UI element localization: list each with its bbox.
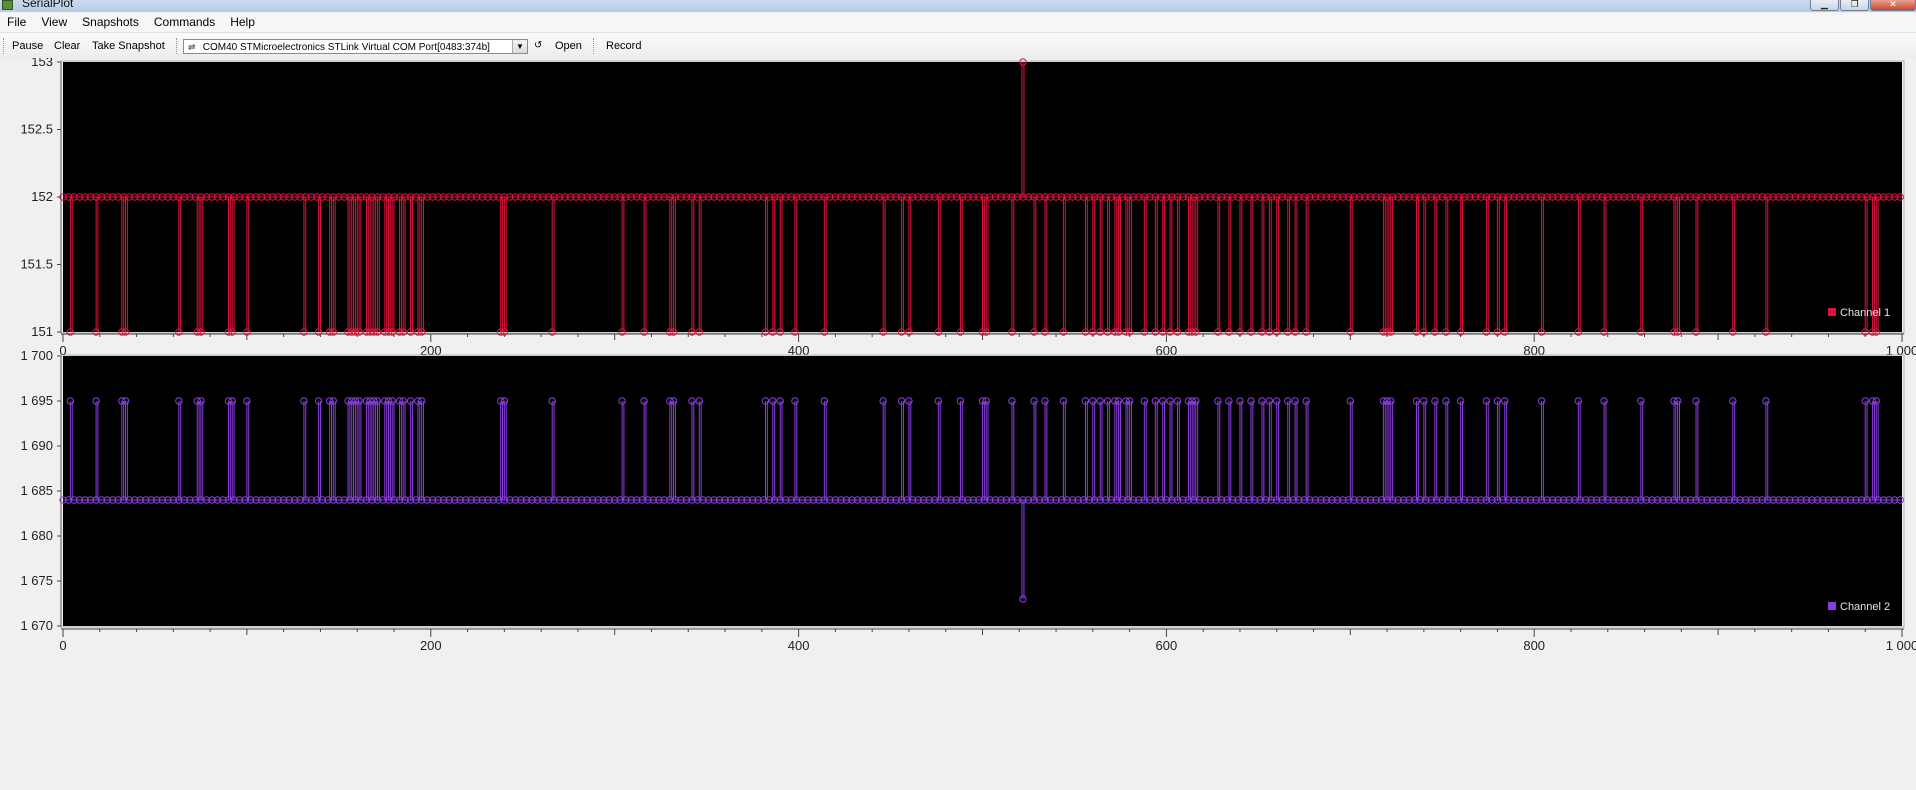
x-tick-label: 200 — [420, 638, 442, 653]
menu-help[interactable]: Help — [223, 13, 263, 32]
x-tick-label: 200 — [420, 343, 442, 358]
window-title: SerialPlot — [22, 0, 74, 10]
title-bar: SerialPlot ▁ ❐ ✕ — [0, 0, 1916, 12]
toolbar-grip[interactable] — [593, 38, 596, 54]
port-select[interactable]: ⇌ COM40 STMicroelectronics STLink Virtua… — [183, 39, 528, 54]
menu-view[interactable]: View — [34, 13, 75, 32]
refresh-icon[interactable]: ↺ — [534, 33, 542, 59]
y-tick-label: 1 695 — [20, 393, 53, 408]
x-tick-label: 1 000 — [1886, 638, 1916, 653]
clear-button[interactable]: Clear — [54, 33, 80, 59]
port-select-value: COM40 STMicroelectronics STLink Virtual … — [202, 42, 490, 53]
y-tick-label: 153 — [31, 58, 53, 69]
menu-file[interactable]: File — [0, 13, 34, 32]
plot-area: 153 152.5 152 151.5 151 0 200 400 600 800 1 000 Cha… — [0, 54, 1916, 787]
toolbar-grip[interactable] — [3, 38, 6, 54]
y-tick-label: 1 700 — [20, 348, 53, 363]
app-icon — [2, 0, 13, 10]
x-tick-label: 400 — [788, 343, 810, 358]
baseline-markers — [59, 496, 1904, 504]
close-button[interactable]: ✕ — [1870, 0, 1916, 11]
legend-swatch-channel-1 — [1828, 308, 1836, 316]
menu-bar: File View Snapshots Commands Help — [0, 13, 1916, 32]
x-tick-label: 0 — [59, 638, 66, 653]
menu-snapshots[interactable]: Snapshots — [75, 13, 147, 32]
y-tick-label: 1 670 — [20, 618, 53, 633]
x-tick-label: 1 000 — [1886, 343, 1916, 358]
chevron-down-icon[interactable]: ▼ — [512, 40, 527, 53]
y-tick-label: 1 680 — [20, 528, 53, 543]
x-tick-label: 800 — [1523, 638, 1545, 653]
y-tick-label: 1 690 — [20, 438, 53, 453]
y-tick-label: 152.5 — [20, 122, 53, 137]
legend-label-channel-2: Channel 2 — [1840, 601, 1890, 613]
toolbar: Pause Clear Take Snapshot ⇌ COM40 STMicr… — [0, 32, 1916, 60]
take-snapshot-button[interactable]: Take Snapshot — [92, 33, 165, 59]
x-tick-label: 600 — [1156, 343, 1178, 358]
y-tick-label: 151.5 — [20, 257, 53, 272]
y-tick-label: 151 — [31, 324, 53, 339]
menu-commands[interactable]: Commands — [147, 13, 223, 32]
toolbar-grip[interactable] — [176, 38, 179, 54]
y-tick-label: 1 685 — [20, 483, 53, 498]
y-tick-label: 1 675 — [20, 573, 53, 588]
x-tick-label: 400 — [788, 638, 810, 653]
x-tick-label: 600 — [1156, 638, 1178, 653]
x-tick-label: 800 — [1523, 343, 1545, 358]
baseline-markers — [59, 193, 1904, 201]
usb-icon: ⇌ — [188, 42, 196, 52]
record-button[interactable]: Record — [606, 33, 641, 59]
legend-swatch-channel-2 — [1828, 602, 1836, 610]
y-tick-label: 152 — [31, 189, 53, 204]
maximize-button[interactable]: ❐ — [1840, 0, 1869, 11]
pause-button[interactable]: Pause — [12, 33, 43, 59]
open-button[interactable]: Open — [555, 33, 582, 59]
minimize-button[interactable]: ▁ — [1810, 0, 1839, 11]
plots-svg[interactable]: 153 152.5 152 151.5 151 0 200 400 600 800 1 000 Cha… — [0, 54, 1916, 787]
legend-label-channel-1: Channel 1 — [1840, 307, 1890, 319]
